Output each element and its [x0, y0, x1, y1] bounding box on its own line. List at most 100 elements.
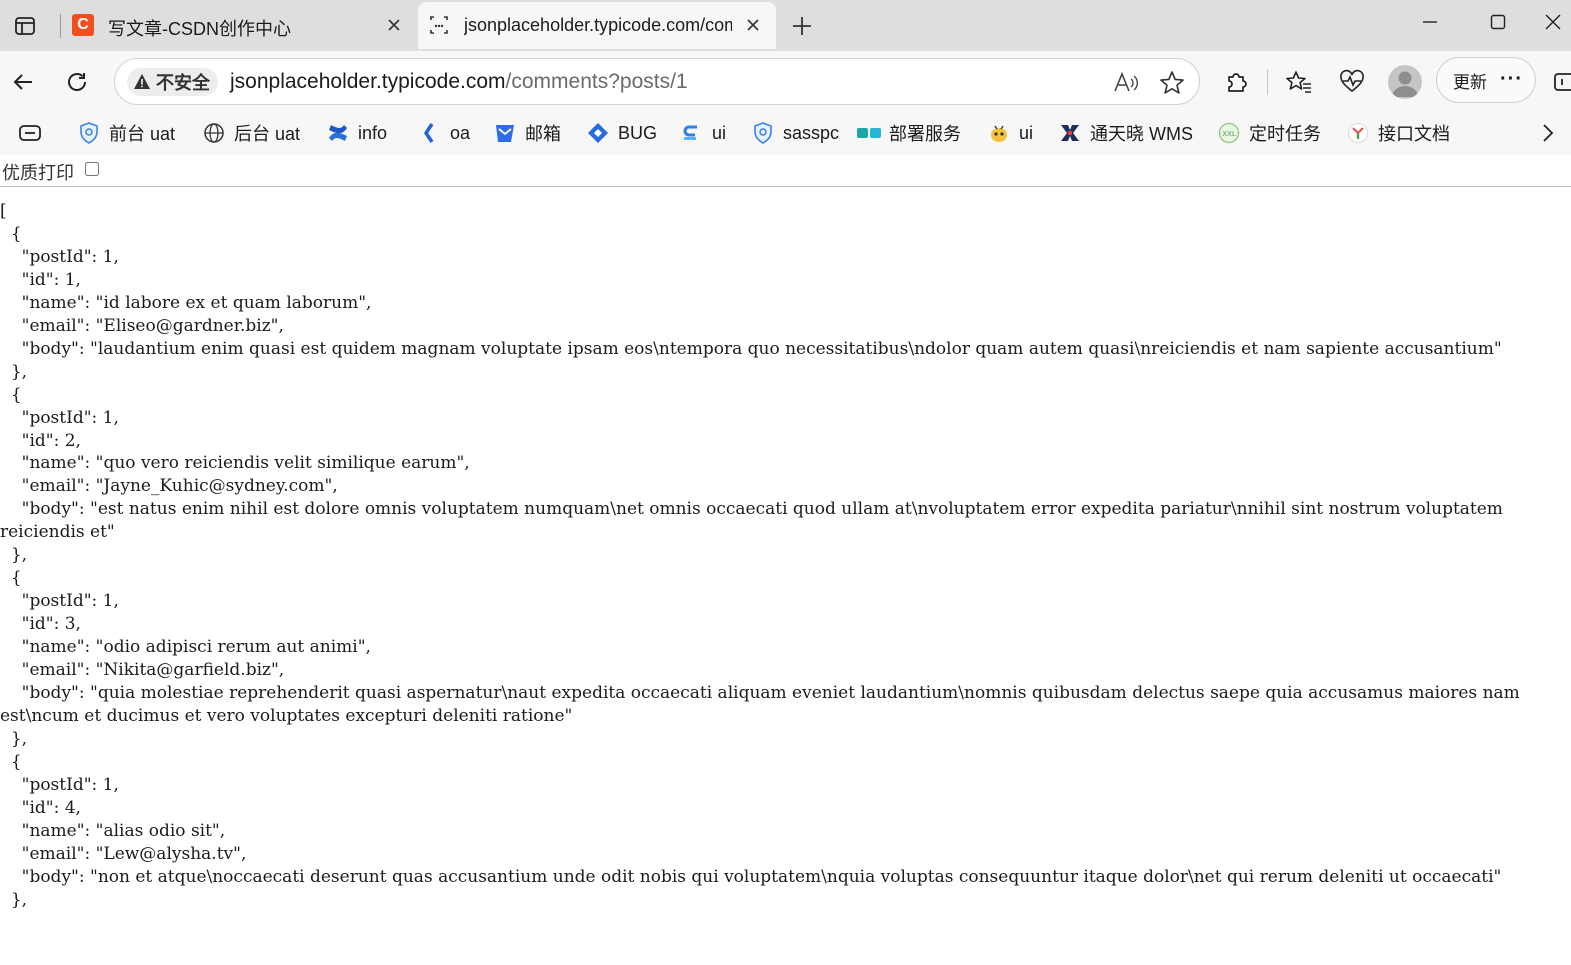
bookmark-label: 接口文档 [1378, 124, 1450, 144]
bookmark-item[interactable]: oa [418, 120, 470, 146]
close-window-button[interactable] [1535, 0, 1571, 44]
tab-title: jsonplaceholder.typicode.com/comments?po… [464, 15, 732, 35]
maximize-icon [1490, 14, 1506, 30]
minimize-button[interactable] [1400, 0, 1460, 44]
bookmark-label: 后台 uat [234, 124, 301, 144]
browser-toolbar: 不安全 jsonplaceholder.typicode.com/comment… [0, 51, 1571, 112]
confluence-icon [326, 121, 350, 145]
bee-icon [987, 121, 1011, 145]
favorites-icon [1286, 71, 1311, 93]
security-label: 不安全 [156, 73, 210, 93]
bookmark-item[interactable]: 邮箱 [493, 120, 561, 146]
favorites-button[interactable] [1282, 65, 1316, 99]
shield-icon [751, 121, 775, 145]
bookmark-label: sasspc [783, 122, 840, 143]
address-bar[interactable]: 不安全 jsonplaceholder.typicode.com/comment… [114, 58, 1200, 105]
sidebar-icon [1554, 73, 1571, 91]
new-tab-button[interactable] [788, 12, 816, 40]
reload-icon [68, 73, 86, 91]
page-loading-icon [428, 14, 450, 36]
bookmark-item[interactable]: ui [680, 120, 726, 146]
favorite-star-button[interactable] [1158, 69, 1186, 97]
bookmark-label: 邮箱 [525, 124, 561, 144]
bookmark-label: BUG [618, 122, 658, 143]
read-aloud-button[interactable] [1111, 69, 1139, 97]
shield-icon [77, 121, 101, 145]
tab-actions-icon [15, 16, 35, 35]
update-label: 更新 [1453, 72, 1487, 92]
tab-actions-button[interactable] [0, 0, 50, 51]
more-menu-icon[interactable]: ··· [1500, 68, 1523, 91]
extensions-button[interactable] [1220, 65, 1254, 99]
back-button[interactable] [6, 65, 40, 99]
star-icon [1160, 71, 1184, 94]
bookmark-label: 前台 uat [109, 124, 176, 144]
bookmark-item[interactable]: info [326, 120, 387, 146]
bookmark-item[interactable]: XXL 定时任务 [1217, 120, 1321, 146]
bookmark-label: ui [1019, 122, 1034, 143]
bookmark-label: 部署服务 [889, 124, 961, 144]
pretty-print-checkbox[interactable] [85, 162, 99, 176]
profile-avatar[interactable] [1388, 65, 1422, 99]
tab-title: 写文章-CSDN创作中心 [108, 19, 291, 39]
read-aloud-icon [1114, 71, 1138, 92]
update-button[interactable]: 更新 ··· [1436, 57, 1536, 103]
tab-divider [60, 14, 61, 38]
browser-essentials-button[interactable] [1335, 65, 1369, 99]
maximize-button[interactable] [1468, 0, 1528, 44]
bookmark-item[interactable]: 接口文档 [1346, 120, 1450, 146]
page-content: 优质打印 [ { "postId": 1, "id": 1, "name": "… [0, 155, 1571, 965]
url-text[interactable]: jsonplaceholder.typicode.com/comments?po… [230, 70, 688, 94]
bookmark-item[interactable]: sasspc [751, 120, 839, 146]
jira-icon [586, 121, 610, 145]
pretty-print-label: 优质打印 [2, 163, 74, 184]
url-host: jsonplaceholder.typicode.com [230, 70, 506, 93]
toolbar-divider [1267, 69, 1268, 95]
heart-pulse-icon [1340, 69, 1364, 93]
yapi-icon [1346, 121, 1370, 145]
bookmark-item[interactable]: BUG [586, 120, 657, 146]
user-icon [1392, 71, 1418, 97]
chevron-right-icon [1543, 124, 1554, 142]
tab-jsonplaceholder[interactable]: jsonplaceholder.typicode.com/comments?po… [418, 2, 776, 49]
globe-icon [202, 121, 226, 145]
tab-csdn[interactable]: C 写文章-CSDN创作中心 [62, 2, 417, 49]
xxl-job-icon: XXL [1217, 121, 1241, 145]
bookmark-item[interactable]: 前台 uat [77, 120, 175, 146]
bookmarks-menu-icon [19, 125, 41, 141]
reload-button[interactable] [60, 65, 94, 99]
bookmark-label: ui [712, 122, 727, 143]
minimize-icon [1423, 21, 1437, 23]
wms-icon [1058, 121, 1082, 145]
bookmark-label: 通天晓 WMS [1090, 124, 1193, 144]
pretty-print-bar: 优质打印 [0, 155, 1571, 187]
deploy-icon [857, 121, 881, 145]
bookmark-label: 定时任务 [1249, 124, 1321, 144]
bookmark-item[interactable]: 通天晓 WMS [1058, 120, 1193, 146]
ui-icon [680, 121, 704, 145]
url-path: /comments?posts/1 [505, 70, 688, 93]
security-indicator[interactable]: 不安全 [127, 68, 218, 96]
bookmark-label: oa [450, 122, 471, 143]
puzzle-icon [1228, 73, 1247, 92]
close-icon[interactable] [383, 14, 405, 36]
bookmark-label: info [358, 122, 388, 143]
sidebar-toggle-button[interactable] [1552, 65, 1571, 99]
tab-strip: C 写文章-CSDN创作中心 jsonplaceholder.typicode.… [0, 0, 1571, 51]
bookmarks-menu-button[interactable] [18, 120, 42, 146]
csdn-favicon-icon: C [72, 14, 94, 36]
oa-icon [418, 121, 442, 145]
warning-icon [134, 74, 150, 89]
json-response-text: [ { "postId": 1, "id": 1, "name": "id la… [0, 201, 1520, 910]
mail-icon [493, 121, 517, 145]
bookmark-item[interactable]: 部署服务 [857, 120, 961, 146]
plus-icon [793, 17, 811, 35]
close-icon [1545, 14, 1561, 30]
bookmarks-bar: 前台 uat 后台 uat info oa 邮箱 BUG ui sasspc 部… [0, 112, 1571, 155]
bookmark-item[interactable]: 后台 uat [202, 120, 300, 146]
bookmark-item[interactable]: ui [987, 120, 1033, 146]
arrow-left-icon [13, 74, 32, 90]
svg-text:XXL: XXL [1222, 130, 1236, 138]
bookmarks-overflow-button[interactable] [1535, 120, 1561, 146]
close-icon[interactable] [742, 14, 764, 36]
